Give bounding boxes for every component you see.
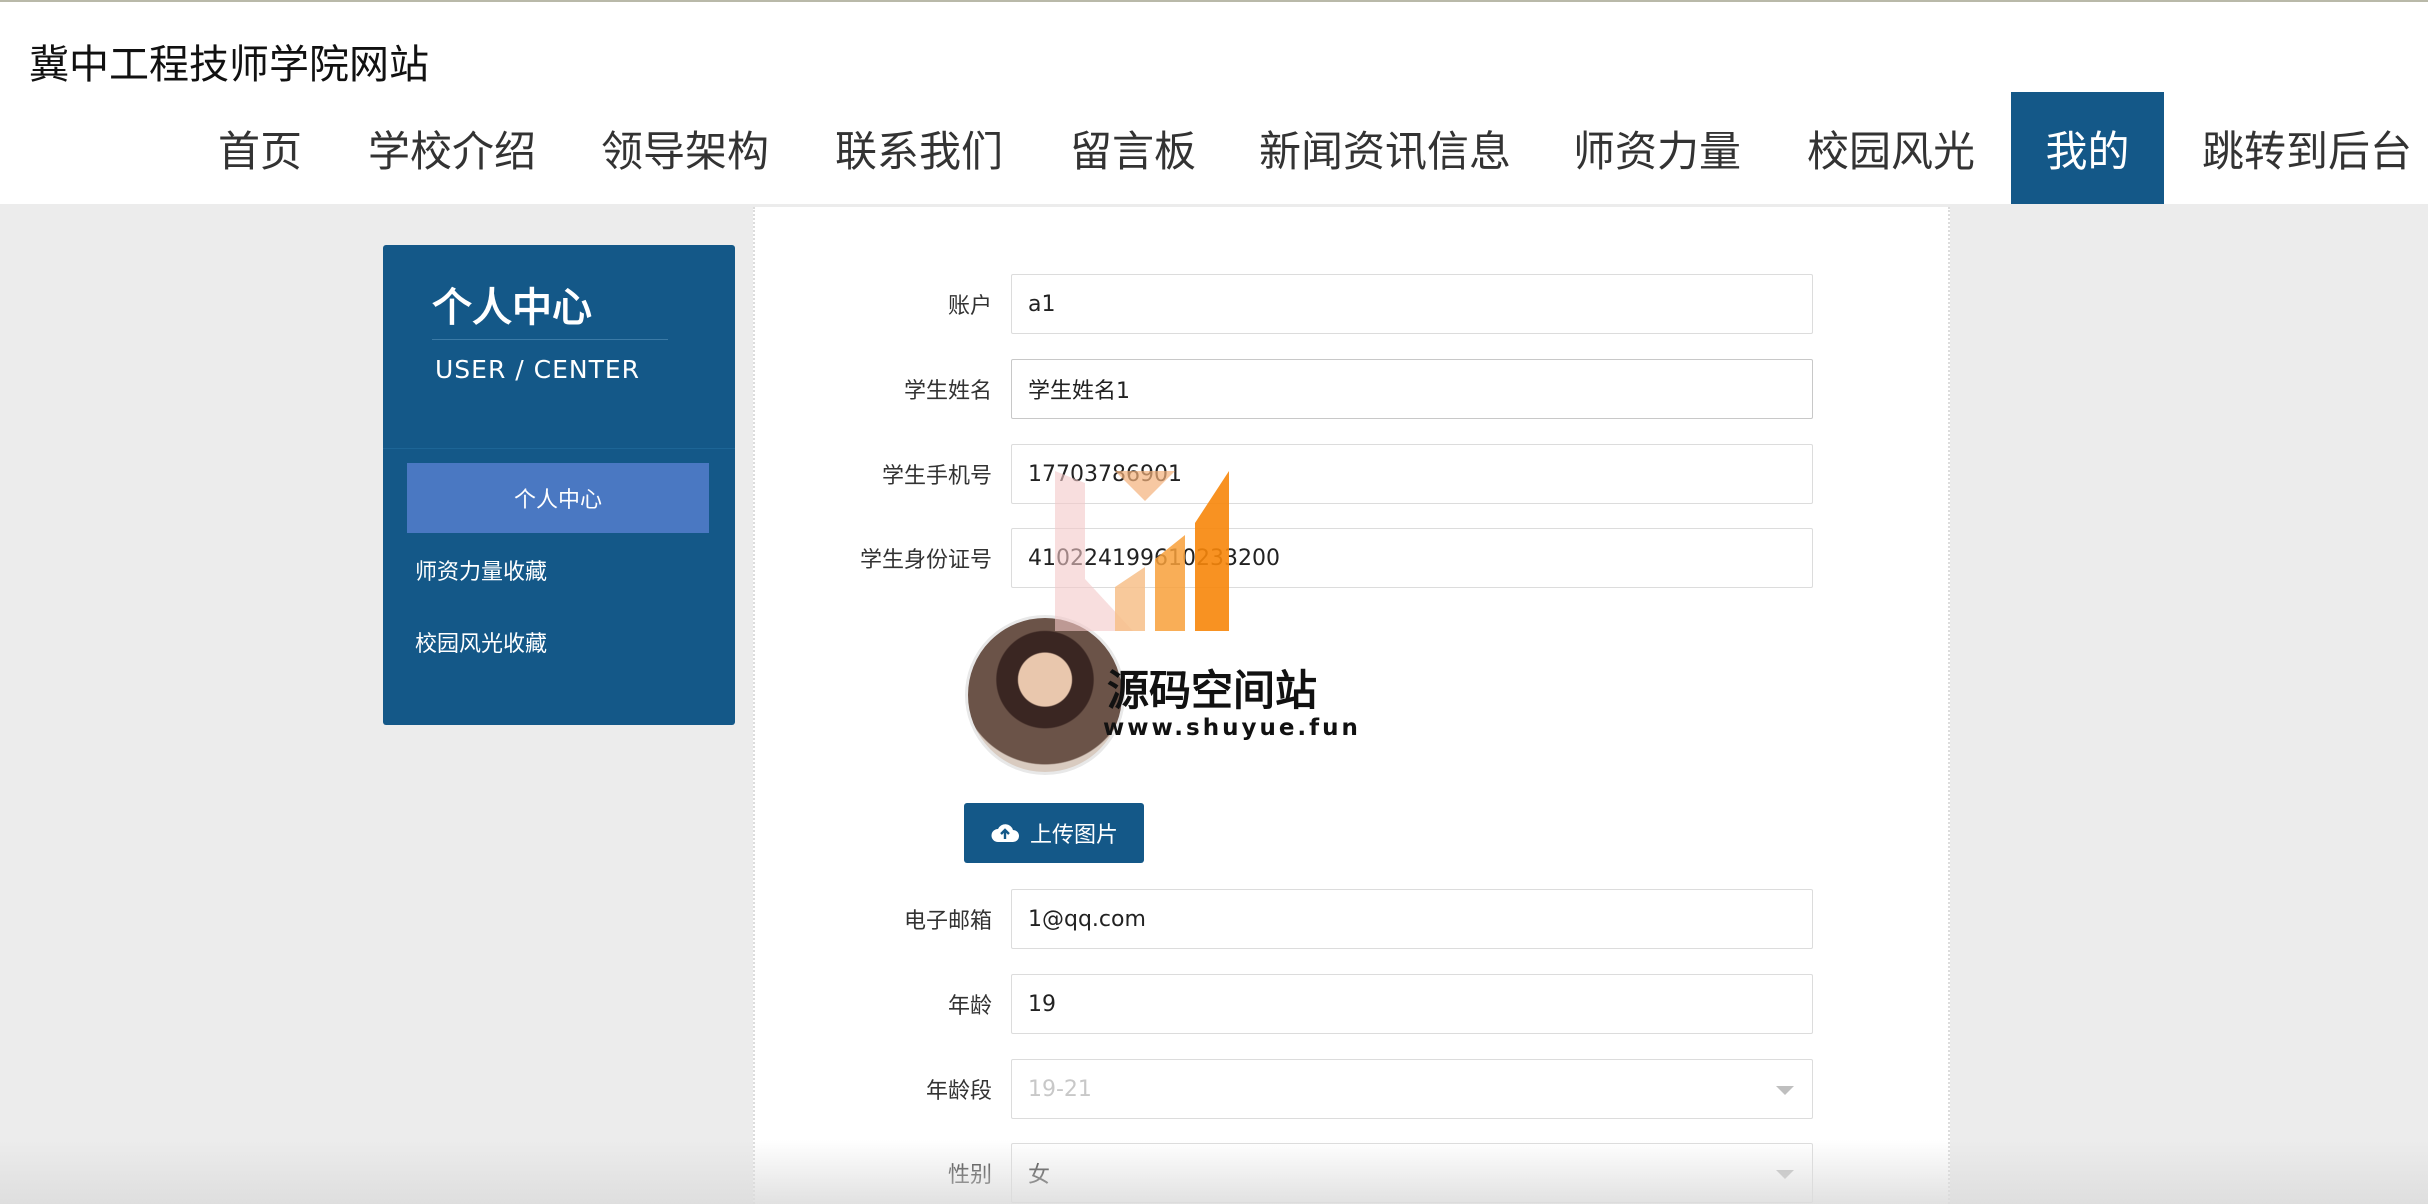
sidebar-item-faculty-favorites[interactable]: 师资力量收藏 <box>407 535 709 605</box>
email-input[interactable] <box>1011 889 1813 949</box>
name-input[interactable] <box>1011 359 1813 419</box>
nav-item-admin[interactable]: 跳转到后台 <box>2194 92 2420 204</box>
sidebar-divider <box>432 339 668 340</box>
id-card-input[interactable] <box>1011 528 1813 588</box>
age-input[interactable] <box>1011 974 1813 1034</box>
gender-select[interactable]: 女 <box>1011 1143 1813 1203</box>
profile-form-panel: 账户 学生姓名 学生手机号 学生身份证号 源码空间站 www.shuyue.fu… <box>753 207 1950 1204</box>
id-card-label: 学生身份证号 <box>859 548 992 573</box>
age-group-select[interactable]: 19-21 <box>1011 1059 1813 1119</box>
phone-row: 学生手机号 <box>755 444 1952 504</box>
sidebar-title: 个人中心 <box>432 285 592 331</box>
sidebar-item-campus-favorites[interactable]: 校园风光收藏 <box>407 607 709 677</box>
main-nav: 首页 学校介绍 领导架构 联系我们 留言板 新闻资讯信息 师资力量 校园风光 我… <box>0 92 2428 204</box>
id-card-row: 学生身份证号 <box>755 528 1952 588</box>
site-title: 冀中工程技师学院网站 <box>29 42 429 88</box>
nav-item-leadership[interactable]: 领导架构 <box>593 92 777 204</box>
account-row: 账户 <box>755 274 1952 334</box>
age-group-label: 年龄段 <box>925 1079 992 1104</box>
nav-item-contact[interactable]: 联系我们 <box>827 92 1011 204</box>
upload-image-label: 上传图片 <box>1029 823 1118 848</box>
user-center-sidebar: 个人中心 USER / CENTER 个人中心 师资力量收藏 校园风光收藏 <box>383 245 735 725</box>
age-group-row: 年龄段 19-21 <box>755 1059 1952 1119</box>
upload-image-button[interactable]: 上传图片 <box>964 803 1144 863</box>
site-header: 冀中工程技师学院网站 首页 学校介绍 领导架构 联系我们 留言板 新闻资讯信息 … <box>0 2 2428 204</box>
email-row: 电子邮箱 <box>755 889 1952 949</box>
age-row: 年龄 <box>755 974 1952 1034</box>
avatar <box>965 615 1125 775</box>
nav-item-faculty[interactable]: 师资力量 <box>1565 92 1749 204</box>
sidebar-subtitle: USER / CENTER <box>435 355 641 384</box>
watermark-url: www.shuyue.fun <box>1103 715 1361 741</box>
nav-item-news[interactable]: 新闻资讯信息 <box>1254 92 1516 204</box>
nav-item-message-board[interactable]: 留言板 <box>1062 92 1204 204</box>
chevron-down-icon <box>1776 1086 1794 1095</box>
phone-input[interactable] <box>1011 444 1813 504</box>
age-label: 年龄 <box>947 994 992 1019</box>
age-group-value: 19-21 <box>1028 1076 1092 1102</box>
cloud-upload-icon <box>991 824 1019 842</box>
chevron-down-icon <box>1776 1170 1794 1179</box>
sidebar-separator <box>383 448 735 449</box>
gender-value: 女 <box>1028 1163 1051 1188</box>
account-input[interactable] <box>1011 274 1813 334</box>
nav-item-school-intro[interactable]: 学校介绍 <box>360 92 544 204</box>
nav-item-campus[interactable]: 校园风光 <box>1799 92 1983 204</box>
sidebar-item-user-center[interactable]: 个人中心 <box>407 463 709 533</box>
gender-label: 性别 <box>947 1163 992 1188</box>
name-label: 学生姓名 <box>903 379 992 404</box>
nav-item-mine[interactable]: 我的 <box>2011 92 2164 204</box>
name-row: 学生姓名 <box>755 359 1952 419</box>
email-label: 电子邮箱 <box>903 909 992 934</box>
account-label: 账户 <box>947 294 992 319</box>
watermark-title: 源码空间站 <box>1107 666 1318 715</box>
phone-label: 学生手机号 <box>881 464 992 489</box>
nav-item-home[interactable]: 首页 <box>210 92 310 204</box>
gender-row: 性别 女 <box>755 1143 1952 1203</box>
